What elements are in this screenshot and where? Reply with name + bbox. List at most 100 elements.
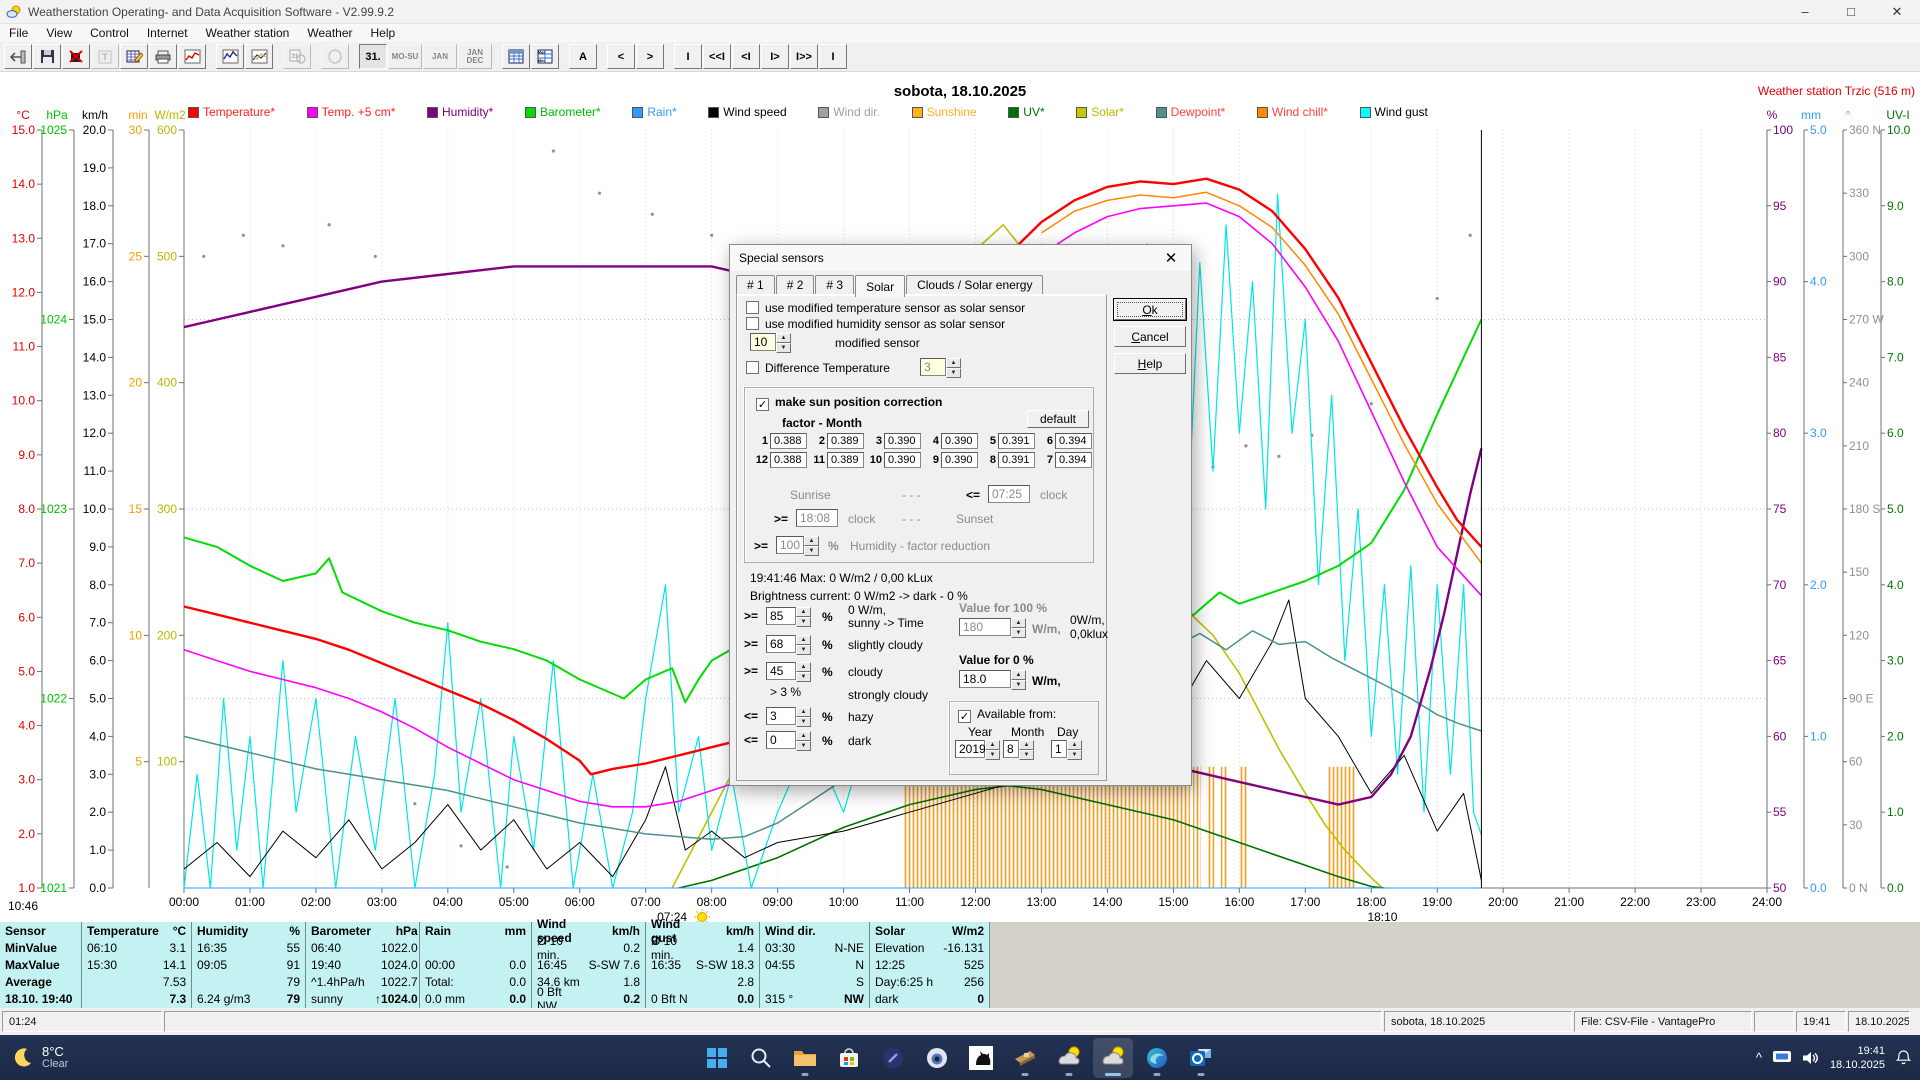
use-temp-sensor-checkbox[interactable]: use modified temperature sensor as solar… [746, 301, 1025, 315]
month-factor-field[interactable]: 0.390 [941, 433, 978, 449]
ok-button[interactable]: Ok [1114, 299, 1186, 320]
spin-up-icon[interactable]: ▲ [804, 536, 819, 546]
tray-clock[interactable]: 19:41 18.10.2025 [1830, 1044, 1885, 1072]
humidity-reduction-spinner[interactable]: 100▲▼ [776, 536, 819, 554]
legend-wind-chill-[interactable]: Wind chill* [1257, 105, 1328, 119]
month-factor-field[interactable]: 0.394 [1055, 433, 1092, 449]
window-titlebar[interactable]: Weatherstation Operating- and Data Acqui… [0, 0, 1920, 24]
tool-app-icon[interactable] [1005, 1038, 1045, 1078]
annotate-button[interactable]: A [569, 44, 597, 69]
taskbar-weather-widget[interactable]: 8°C Clear [10, 1045, 210, 1071]
checkbox[interactable] [746, 361, 759, 374]
menu-internet[interactable]: Internet [138, 25, 197, 41]
spin-down-icon[interactable]: ▼ [776, 343, 791, 353]
tray-display-icon[interactable] [1772, 1050, 1792, 1066]
data-table-button[interactable] [502, 44, 530, 69]
menu-help[interactable]: Help [362, 25, 405, 41]
spin-down-icon[interactable]: ▼ [985, 750, 1000, 760]
spin-down-icon[interactable]: ▼ [796, 741, 811, 751]
cat-app-icon[interactable] [961, 1038, 1001, 1078]
month-spinner[interactable]: 8▲▼ [1003, 740, 1034, 758]
month-factor-field[interactable]: 0.391 [998, 452, 1035, 468]
spin-down-icon[interactable]: ▼ [796, 672, 811, 682]
tab-clouds-solar-energy[interactable]: Clouds / Solar energy [906, 275, 1043, 295]
spinner[interactable]: 1▲▼ [1051, 742, 1082, 756]
month-factor-field[interactable]: 0.388 [770, 452, 807, 468]
value100-spinner[interactable]: 180▲▼ [959, 618, 1026, 636]
month-factor-field[interactable]: 0.391 [998, 433, 1035, 449]
volume-icon[interactable] [1802, 1050, 1820, 1066]
chart-multi-button[interactable] [245, 44, 273, 69]
legend-barometer-[interactable]: Barometer* [525, 105, 601, 119]
start-button[interactable] [697, 1038, 737, 1078]
available-from-checkbox[interactable]: ✓Available from: [958, 707, 1056, 723]
fast-back-button[interactable]: <<I [703, 44, 731, 69]
threshold-spinner[interactable]: 85▲▼ [766, 607, 811, 625]
legend-temp-5-cm-[interactable]: Temp. +5 cm* [307, 105, 396, 119]
delete-button[interactable] [62, 44, 90, 69]
difference-temperature-checkbox[interactable]: Difference Temperature [746, 361, 890, 375]
legend-humidity-[interactable]: Humidity* [427, 105, 493, 119]
notification-bell-icon[interactable] [1895, 1049, 1912, 1066]
checkbox[interactable] [746, 301, 759, 314]
month-factor-field[interactable]: 0.390 [884, 433, 921, 449]
sun-correction-checkbox[interactable]: ✓make sun position correction [756, 395, 942, 411]
threshold-spinner[interactable]: 68▲▼ [766, 635, 811, 653]
close-button[interactable]: ✕ [1874, 0, 1920, 23]
help-button[interactable]: Help [1114, 353, 1186, 374]
search-icon[interactable] [741, 1038, 781, 1078]
spinner-value[interactable]: 10 [750, 333, 776, 351]
legend-uv-[interactable]: UV* [1008, 105, 1044, 119]
file-explorer-icon[interactable] [785, 1038, 825, 1078]
spinner-value[interactable]: 100 [776, 536, 804, 554]
weatherstation-icon[interactable] [1049, 1038, 1089, 1078]
fast-fwd-button[interactable]: I>> [790, 44, 818, 69]
threshold-spinner[interactable]: 45▲▼ [766, 662, 811, 680]
month-factor-field[interactable]: 0.394 [1055, 452, 1092, 468]
difference-temperature-spinner[interactable]: 3▲▼ [920, 358, 961, 376]
default-button[interactable]: default [1027, 410, 1089, 428]
tab--1[interactable]: # 1 [736, 275, 775, 295]
spinner-value[interactable]: 0 [766, 731, 796, 749]
spin-up-icon[interactable]: ▲ [946, 358, 961, 368]
step-back-button[interactable]: <I [732, 44, 760, 69]
tab-solar[interactable]: Solar [855, 275, 905, 297]
spin-up-icon[interactable]: ▲ [796, 607, 811, 617]
month-factor-field[interactable]: 0.390 [884, 452, 921, 468]
edit-table-button[interactable] [120, 44, 148, 69]
legend-temperature-[interactable]: Temperature* [188, 105, 275, 119]
day-button[interactable]: 31. [359, 44, 387, 69]
spinner-value[interactable]: 8 [1003, 740, 1019, 758]
dialog-titlebar[interactable]: Special sensors [730, 245, 1191, 271]
last-button[interactable]: I [819, 44, 847, 69]
edge-icon[interactable] [1137, 1038, 1177, 1078]
checkbox[interactable] [746, 317, 759, 330]
month-factor-field[interactable]: 0.389 [827, 452, 864, 468]
exit-button[interactable] [4, 44, 32, 69]
spinner-value[interactable]: 68 [766, 635, 796, 653]
spinner-value[interactable]: 18.0 [959, 670, 1011, 688]
spinner[interactable]: 18.0▲▼ [959, 672, 1026, 686]
legend-sunshine[interactable]: Sunshine [912, 105, 977, 119]
spin-up-icon[interactable]: ▲ [796, 635, 811, 645]
month-factor-field[interactable]: 0.388 [770, 433, 807, 449]
print-button[interactable] [149, 44, 177, 69]
menu-view[interactable]: View [37, 25, 81, 41]
legend-wind-gust[interactable]: Wind gust [1360, 105, 1428, 119]
spinner[interactable]: 100▲▼ [776, 538, 819, 552]
spin-down-icon[interactable]: ▼ [1011, 628, 1026, 638]
tab--2[interactable]: # 2 [776, 275, 815, 295]
menu-weather[interactable]: Weather [298, 25, 361, 41]
menu-control[interactable]: Control [81, 25, 138, 41]
threshold-spinner[interactable]: 0▲▼ [766, 731, 811, 749]
next-button[interactable]: > [636, 44, 664, 69]
media-eye-icon[interactable] [917, 1038, 957, 1078]
spin-up-icon[interactable]: ▲ [1011, 670, 1026, 680]
legend-wind-dir-[interactable]: Wind dir. [818, 105, 880, 119]
spin-up-icon[interactable]: ▲ [985, 740, 1000, 750]
spinner-value[interactable]: 1 [1051, 740, 1067, 758]
spin-up-icon[interactable]: ▲ [1067, 740, 1082, 750]
legend-dewpoint-[interactable]: Dewpoint* [1156, 105, 1226, 119]
spin-down-icon[interactable]: ▼ [1011, 680, 1026, 690]
maximize-button[interactable]: □ [1828, 0, 1874, 23]
